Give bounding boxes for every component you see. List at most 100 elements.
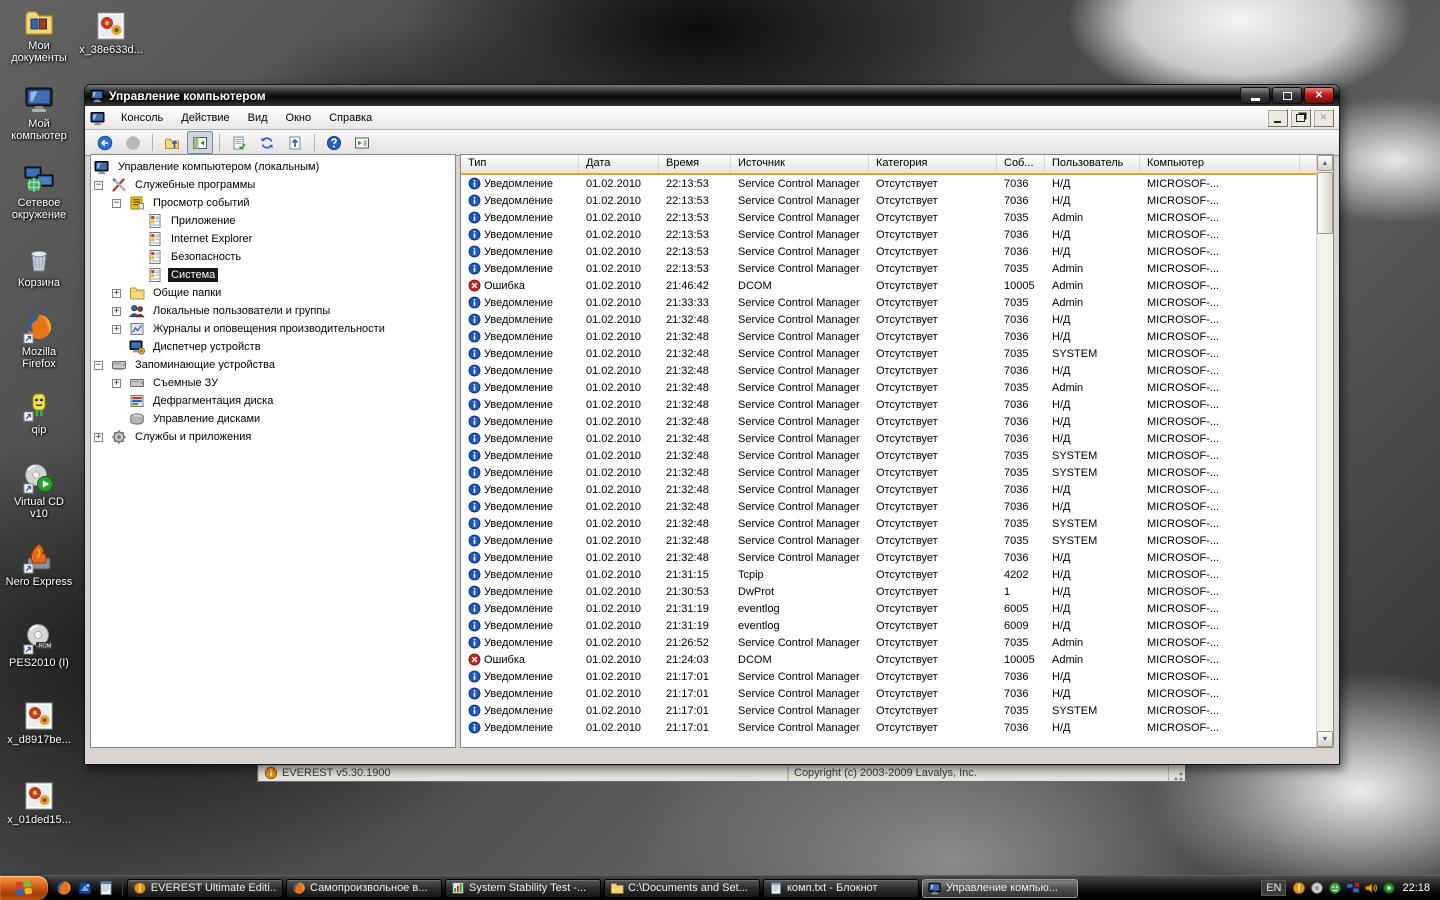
tree-item[interactable]: −Запоминающие устройства	[91, 356, 455, 374]
quick-launch-blue-app[interactable]	[77, 880, 93, 896]
event-row[interactable]: Уведомление01.02.201021:17:01Service Con…	[461, 702, 1317, 719]
desktop-icon-cdrom[interactable]: -ROMPES2010 (I)	[4, 623, 74, 669]
event-row[interactable]: Уведомление01.02.201021:32:48Service Con…	[461, 464, 1317, 481]
maximize-button[interactable]	[1272, 87, 1302, 104]
child-minimize-button[interactable]	[1267, 109, 1288, 127]
event-row[interactable]: Уведомление01.02.201022:13:53Service Con…	[461, 175, 1317, 192]
tree-item[interactable]: Управление дисками	[91, 410, 455, 428]
minimize-button[interactable]	[1240, 87, 1270, 104]
quick-launch-notepad[interactable]	[98, 880, 114, 896]
quick-launch-firefox[interactable]	[56, 880, 72, 896]
desktop-icon-virtual-cd[interactable]: Virtual CD v10	[4, 462, 74, 520]
tree-item[interactable]: +Службы и приложения	[91, 428, 455, 446]
desktop-icon-my-documents[interactable]: Мои документы	[4, 6, 74, 64]
task-button[interactable]: комп.txt - Блокнот	[763, 879, 919, 898]
desktop-icon-firefox[interactable]: Mozilla Firefox	[4, 312, 74, 370]
child-close-button[interactable]: ✕	[1313, 109, 1334, 127]
help-button[interactable]	[321, 131, 347, 154]
vertical-scrollbar[interactable]: ▲ ▼	[1316, 155, 1333, 747]
tree-item[interactable]: +Журналы и оповещения производительности	[91, 320, 455, 338]
tree-item[interactable]: Приложение	[91, 212, 455, 230]
tree-item[interactable]: +Локальные пользователи и группы	[91, 302, 455, 320]
resize-grip[interactable]	[1169, 765, 1185, 781]
tree-item[interactable]: +Общие папки	[91, 284, 455, 302]
task-button[interactable]: EVEREST Ultimate Editi...	[127, 879, 283, 898]
column-header[interactable]: Соб...	[997, 155, 1045, 173]
event-row[interactable]: Уведомление01.02.201022:13:53Service Con…	[461, 226, 1317, 243]
event-row[interactable]: Уведомление01.02.201021:32:48Service Con…	[461, 413, 1317, 430]
scroll-up-button[interactable]: ▲	[1317, 155, 1333, 171]
forward-button[interactable]	[120, 131, 146, 154]
start-button[interactable]	[0, 876, 48, 900]
desktop-icon-image-file[interactable]: x_d8917be...	[4, 700, 74, 746]
event-row[interactable]: Уведомление01.02.201021:32:48Service Con…	[461, 498, 1317, 515]
desktop-icon-recycle-bin[interactable]: Корзина	[4, 243, 74, 289]
column-header[interactable]: Компьютер	[1140, 155, 1300, 173]
event-row[interactable]: Уведомление01.02.201021:17:01Service Con…	[461, 668, 1317, 685]
export-list-button[interactable]	[226, 131, 252, 154]
event-row[interactable]: Уведомление01.02.201022:13:53Service Con…	[461, 260, 1317, 277]
column-header[interactable]: Тип	[461, 155, 579, 173]
event-row[interactable]: Уведомление01.02.201021:31:15TcpipОтсутс…	[461, 566, 1317, 583]
menu-item[interactable]: Действие	[172, 109, 238, 127]
desktop-icon-qip[interactable]: qip	[4, 390, 74, 436]
tree-item[interactable]: +Съемные ЗУ	[91, 374, 455, 392]
event-row[interactable]: Уведомление01.02.201021:26:52Service Con…	[461, 634, 1317, 651]
tray-network-offline-icon[interactable]	[1346, 881, 1360, 895]
event-row[interactable]: Уведомление01.02.201021:30:53DwProtОтсут…	[461, 583, 1317, 600]
tree-item[interactable]: Диспетчер устройств	[91, 338, 455, 356]
tree-expander-minus[interactable]: −	[94, 361, 103, 370]
tray-volume-icon[interactable]	[1364, 881, 1378, 895]
tree-item[interactable]: −Просмотр событий	[91, 194, 455, 212]
column-header[interactable]: Время	[659, 155, 731, 173]
window-titlebar[interactable]: Управление компьютером ✕	[85, 85, 1339, 106]
desktop-icon-nero[interactable]: Nero Express	[4, 542, 74, 588]
column-header[interactable]: Источник	[731, 155, 869, 173]
tree-item[interactable]: Дефрагментация диска	[91, 392, 455, 410]
column-header[interactable]: Дата	[579, 155, 659, 173]
event-row[interactable]: Уведомление01.02.201021:17:01Service Con…	[461, 719, 1317, 736]
column-header[interactable]: Пользователь	[1045, 155, 1140, 173]
back-button[interactable]	[92, 131, 118, 154]
desktop-icon-network-places[interactable]: Сетевое окружение	[4, 163, 74, 221]
tree-expander-plus[interactable]: +	[112, 289, 121, 298]
event-row[interactable]: Уведомление01.02.201021:32:48Service Con…	[461, 532, 1317, 549]
menu-item[interactable]: Вид	[239, 109, 277, 127]
toggle-console-tree-button[interactable]	[187, 131, 213, 154]
event-row[interactable]: Уведомление01.02.201021:32:48Service Con…	[461, 311, 1317, 328]
task-button[interactable]: System Stability Test -...	[445, 879, 601, 898]
event-row[interactable]: Ошибка01.02.201021:24:03DCOMОтсутствует1…	[461, 651, 1317, 668]
tray-app-gray-icon[interactable]	[1310, 881, 1324, 895]
refresh-button[interactable]	[254, 131, 280, 154]
event-row[interactable]: Уведомление01.02.201021:31:19eventlogОтс…	[461, 600, 1317, 617]
tray-qip-green-icon[interactable]	[1328, 881, 1342, 895]
tree-item[interactable]: Безопасность	[91, 248, 455, 266]
event-row[interactable]: Уведомление01.02.201021:31:19eventlogОтс…	[461, 617, 1317, 634]
event-row[interactable]: Уведомление01.02.201021:17:01Service Con…	[461, 685, 1317, 702]
menu-item[interactable]: Консоль	[112, 109, 172, 127]
tree-item[interactable]: −Служебные программы	[91, 176, 455, 194]
event-row[interactable]: Уведомление01.02.201021:32:48Service Con…	[461, 396, 1317, 413]
tree-expander-minus[interactable]: −	[94, 181, 103, 190]
event-row[interactable]: Уведомление01.02.201021:32:48Service Con…	[461, 362, 1317, 379]
up-folder-button[interactable]	[159, 131, 185, 154]
event-row[interactable]: Уведомление01.02.201021:32:48Service Con…	[461, 515, 1317, 532]
event-row[interactable]: Уведомление01.02.201021:32:48Service Con…	[461, 481, 1317, 498]
event-row[interactable]: Ошибка01.02.201021:46:42DCOMОтсутствует1…	[461, 277, 1317, 294]
event-row[interactable]: Уведомление01.02.201021:32:48Service Con…	[461, 430, 1317, 447]
desktop-icon-image-file[interactable]: x_38e633d...	[76, 10, 146, 56]
event-row[interactable]: Уведомление01.02.201021:32:48Service Con…	[461, 328, 1317, 345]
scroll-down-button[interactable]: ▼	[1317, 731, 1333, 747]
desktop-icon-image-file[interactable]: x_01ded15...	[4, 780, 74, 826]
task-button[interactable]: Самопроизвольное в...	[286, 879, 442, 898]
event-row[interactable]: Уведомление01.02.201021:32:48Service Con…	[461, 379, 1317, 396]
event-row[interactable]: Уведомление01.02.201022:13:53Service Con…	[461, 209, 1317, 226]
child-restore-button[interactable]	[1290, 109, 1311, 127]
event-row[interactable]: Уведомление01.02.201022:13:53Service Con…	[461, 192, 1317, 209]
column-header[interactable]: Категория	[869, 155, 997, 173]
event-row[interactable]: Уведомление01.02.201021:32:48Service Con…	[461, 549, 1317, 566]
tray-nvidia-icon[interactable]	[1382, 881, 1396, 895]
tree-expander-minus[interactable]: −	[112, 199, 121, 208]
tray-everest-icon[interactable]	[1292, 881, 1306, 895]
event-row[interactable]: Уведомление01.02.201022:13:53Service Con…	[461, 243, 1317, 260]
